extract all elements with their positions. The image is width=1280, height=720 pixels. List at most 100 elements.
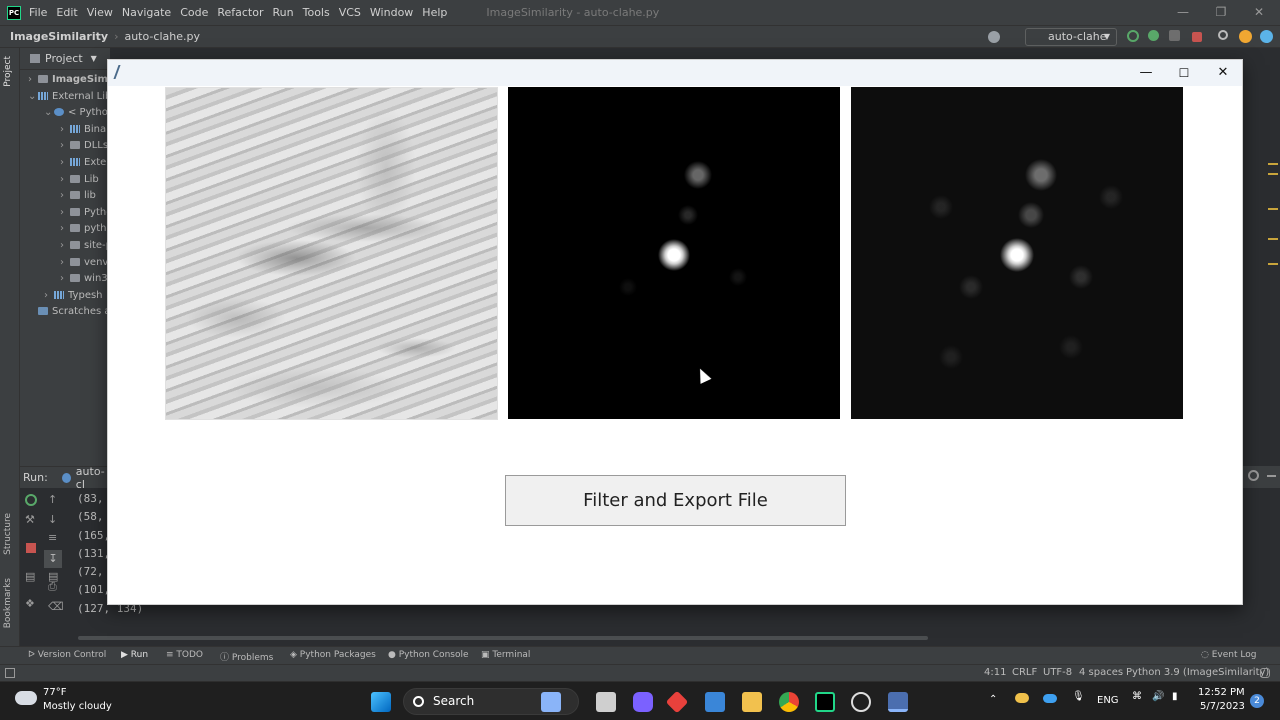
chevron-right-icon[interactable]: › — [60, 221, 70, 238]
app-maximize-icon[interactable]: ☐ — [1165, 60, 1203, 86]
tree-item[interactable]: › pytho — [20, 221, 110, 238]
arrow-up-icon[interactable]: ↑ — [48, 494, 60, 506]
menu-code[interactable]: Code — [180, 6, 208, 19]
warning-marker-icon[interactable] — [1268, 238, 1278, 240]
file-encoding[interactable]: UTF-8 — [1043, 667, 1072, 678]
breadcrumb-project[interactable]: ImageSimilarity — [10, 30, 108, 43]
rerun-icon[interactable] — [1127, 30, 1139, 42]
cloud-sync-icon[interactable] — [1043, 694, 1057, 703]
chevron-down-icon[interactable]: ▼ — [91, 54, 97, 63]
hide-panel-icon[interactable] — [1267, 475, 1276, 477]
memory-indicator-icon[interactable] — [1260, 668, 1270, 678]
python-interpreter[interactable]: Python 3.9 (ImageSimilarity) — [1126, 667, 1269, 678]
tree-item[interactable]: ›win32 — [20, 271, 110, 288]
windows-start-icon[interactable] — [371, 692, 391, 712]
chevron-right-icon[interactable]: › — [60, 255, 70, 272]
obs-icon[interactable] — [851, 692, 871, 712]
volume-icon[interactable]: 🔊 — [1152, 691, 1164, 702]
tab-version-control[interactable]: ᐅ Version Control — [28, 650, 106, 660]
close-icon[interactable]: ✕ — [1240, 0, 1278, 25]
pycharm-taskbar-icon[interactable] — [815, 692, 835, 712]
menu-tools[interactable]: Tools — [303, 6, 330, 19]
widgets-icon[interactable] — [541, 692, 561, 712]
warning-marker-icon[interactable] — [1268, 173, 1278, 175]
chrome-icon[interactable] — [779, 692, 799, 712]
chevron-right-icon[interactable]: › — [60, 172, 70, 189]
chevron-up-icon[interactable]: ⌃ — [989, 694, 997, 705]
caret-position[interactable]: 4:11 — [984, 667, 1006, 678]
chevron-right-icon[interactable]: › — [28, 72, 38, 89]
chevron-right-icon[interactable]: › — [60, 122, 70, 139]
pin-icon[interactable]: ❖ — [25, 598, 37, 610]
settings-gear-icon[interactable] — [1248, 470, 1259, 481]
breadcrumb-file[interactable]: auto-clahe.py — [124, 30, 200, 43]
warning-marker-icon[interactable] — [1268, 263, 1278, 265]
wifi-icon[interactable]: ⌘ — [1132, 691, 1142, 702]
tree-item[interactable]: › venv — [20, 255, 110, 272]
file-explorer-icon[interactable] — [742, 692, 762, 712]
menu-vcs[interactable]: VCS — [339, 6, 361, 19]
menu-refactor[interactable]: Refactor — [217, 6, 263, 19]
menu-run[interactable]: Run — [273, 6, 294, 19]
menu-help[interactable]: Help — [422, 6, 447, 19]
chevron-right-icon[interactable]: › — [60, 205, 70, 222]
chevron-right-icon[interactable]: › — [60, 188, 70, 205]
menu-window[interactable]: Window — [370, 6, 413, 19]
chevron-down-icon[interactable]: ⌄ — [28, 89, 38, 106]
tree-item[interactable]: › ImageSimil — [20, 72, 110, 89]
bookmarks-side-tab[interactable]: Bookmarks — [3, 578, 13, 628]
warning-marker-icon[interactable] — [1268, 208, 1278, 210]
wrench-icon[interactable]: ⚒ — [25, 514, 37, 526]
structure-side-tab[interactable]: Structure — [3, 513, 13, 555]
arrow-down-icon[interactable]: ↓ — [48, 514, 60, 526]
rerun-icon[interactable] — [25, 494, 37, 506]
tree-item[interactable]: Scratches an — [20, 304, 110, 321]
teams-chat-icon[interactable] — [633, 692, 653, 712]
chevron-right-icon[interactable]: › — [60, 138, 70, 155]
filter-export-button[interactable]: Filter and Export File — [505, 475, 846, 526]
language-indicator[interactable]: ENG — [1097, 695, 1119, 706]
toggle-tool-windows-icon[interactable] — [5, 668, 15, 678]
menu-file[interactable]: File — [29, 6, 47, 19]
tree-item[interactable]: › Lib — [20, 172, 110, 189]
user-icon[interactable] — [988, 31, 1000, 43]
chevron-right-icon[interactable]: › — [60, 238, 70, 255]
tab-run[interactable]: ▶ Run — [121, 650, 148, 660]
print-icon[interactable]: ⎙ — [48, 581, 60, 593]
tab-terminal[interactable]: ▣ Terminal — [481, 650, 530, 660]
soft-wrap-icon[interactable]: ≡ — [48, 532, 60, 544]
tree-item[interactable]: ⌄ External Libr — [20, 89, 110, 106]
menu-edit[interactable]: Edit — [56, 6, 77, 19]
event-log[interactable]: ◌ Event Log — [1201, 650, 1256, 660]
restore-icon[interactable]: ❐ — [1202, 0, 1240, 25]
project-side-tab[interactable]: Project — [3, 56, 13, 87]
project-panel-title[interactable]: Project — [45, 52, 83, 65]
menu-navigate[interactable]: Navigate — [122, 6, 171, 19]
debug-icon[interactable] — [1148, 30, 1159, 41]
assistant-icon[interactable] — [1260, 30, 1273, 43]
search-icon[interactable] — [1218, 30, 1228, 40]
update-icon[interactable] — [1239, 30, 1252, 43]
menu-view[interactable]: View — [87, 6, 113, 19]
app-close-icon[interactable]: ✕ — [1204, 60, 1242, 86]
stop-icon[interactable] — [26, 543, 36, 553]
chevron-right-icon[interactable]: › — [60, 155, 70, 172]
warning-marker-icon[interactable] — [1268, 163, 1278, 165]
chevron-right-icon[interactable]: › — [44, 288, 54, 305]
notification-badge[interactable]: 2 — [1250, 694, 1264, 708]
tab-problems[interactable]: ⓘ Problems — [220, 650, 273, 663]
run-config-select[interactable]: auto-clahe ▼ — [1025, 28, 1117, 46]
trash-icon[interactable]: ⌫ — [48, 601, 64, 613]
onedrive-alert-icon[interactable] — [1015, 693, 1029, 703]
python-app-icon[interactable] — [888, 692, 908, 712]
tab-python-console[interactable]: ● Python Console — [388, 650, 469, 660]
store-icon[interactable] — [705, 692, 725, 712]
tab-python-packages[interactable]: ◈ Python Packages — [290, 650, 376, 660]
stop-icon[interactable] — [1192, 32, 1202, 42]
layout-icon[interactable]: ▤ — [25, 571, 37, 583]
line-separator[interactable]: CRLF — [1012, 667, 1037, 678]
minimize-icon[interactable]: — — [1164, 0, 1202, 25]
tree-item[interactable]: › Binar — [20, 122, 110, 139]
scroll-to-end-icon[interactable]: ↧ — [44, 550, 62, 568]
tree-item[interactable]: › Pytho — [20, 205, 110, 222]
